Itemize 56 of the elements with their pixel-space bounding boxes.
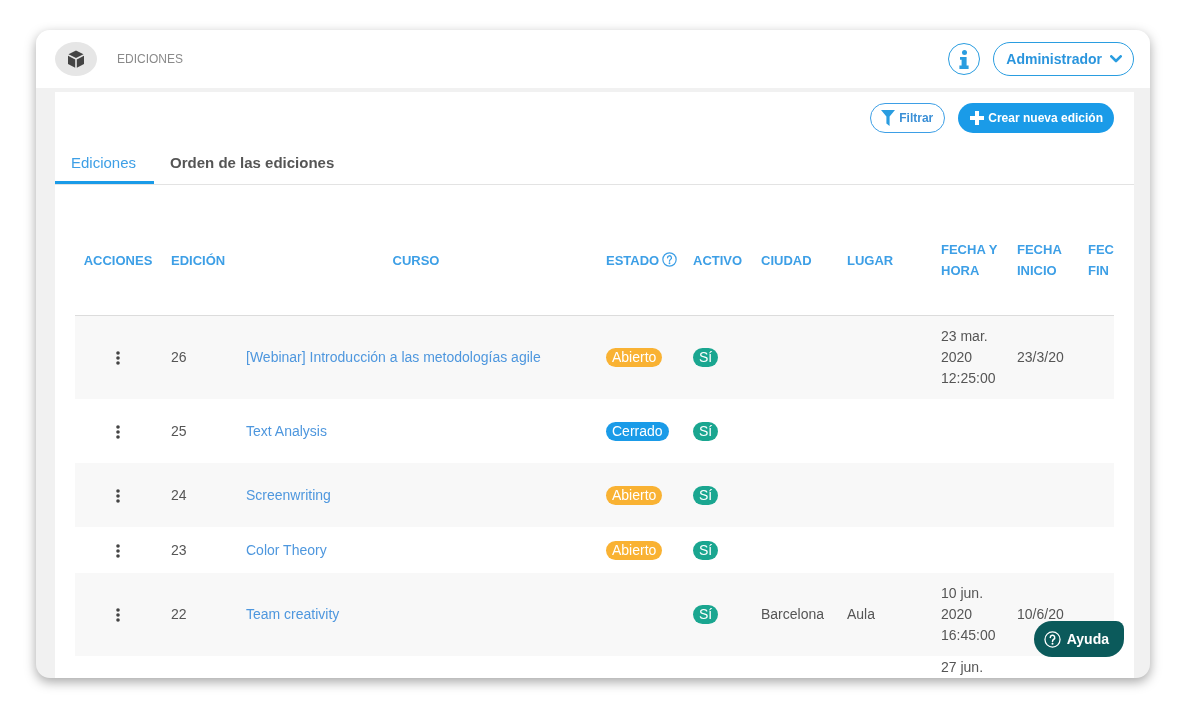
- start-date-text: 23/3/20: [1017, 349, 1064, 365]
- filter-button[interactable]: Filtrar: [870, 103, 946, 133]
- cube-icon: [55, 42, 97, 76]
- edition-number: 23: [171, 541, 187, 558]
- create-button[interactable]: Crear nueva edición: [958, 103, 1114, 133]
- column-header: EDICIÓN: [171, 252, 226, 268]
- kebab-icon[interactable]: [116, 351, 120, 366]
- course-link[interactable]: Color Theory: [246, 541, 327, 558]
- column-header: CIUDAD: [761, 252, 812, 268]
- help-button[interactable]: Ayuda: [1033, 621, 1124, 657]
- info-icon: [959, 49, 970, 69]
- date-time-text: 10 jun. 2020 16:45:00: [941, 585, 996, 643]
- kebab-icon[interactable]: [116, 488, 120, 503]
- info-button[interactable]: [948, 43, 981, 75]
- place-text: Aula: [847, 606, 876, 622]
- column-header: LUGAR: [847, 252, 894, 268]
- section-title: EDICIONES: [117, 52, 183, 66]
- edition-number: 25: [171, 422, 187, 439]
- status-badge: Abierto: [606, 540, 663, 560]
- status-badge: Abierto: [606, 348, 663, 367]
- chevron-down-icon: [1110, 55, 1122, 63]
- filter-icon: [881, 110, 896, 126]
- active-badge: Sí: [693, 421, 719, 441]
- status-badge: Cerrado: [606, 421, 669, 441]
- date-time-text: 27 jun.: [941, 659, 984, 675]
- course-link[interactable]: Screenwriting: [246, 486, 331, 503]
- active-badge: Sí: [693, 605, 719, 624]
- edition-number: 22: [171, 606, 187, 622]
- kebab-icon[interactable]: [116, 424, 120, 439]
- date-time-text: 23 mar. 2020 12:25:00: [941, 328, 996, 386]
- help-icon: [1043, 630, 1061, 648]
- active-badge: Sí: [693, 348, 719, 367]
- edition-number: 24: [171, 486, 187, 503]
- column-header: FEC FIN: [1088, 242, 1114, 278]
- kebab-icon[interactable]: [116, 608, 120, 623]
- kebab-icon[interactable]: [116, 543, 120, 558]
- course-link[interactable]: [Webinar] Introducción a las metodologías agile: [246, 349, 541, 365]
- column-header: FECHA INICIO: [1017, 242, 1062, 278]
- column-header: ACTIVO: [693, 252, 743, 268]
- tab[interactable]: Orden de las ediciones: [154, 140, 353, 184]
- user-menu-button[interactable]: Administrador: [993, 42, 1134, 76]
- start-date-text: 10/6/20: [1017, 606, 1064, 622]
- help-icon: [662, 251, 678, 267]
- column-header: FECHA Y HORA: [941, 242, 998, 278]
- edition-number: 26: [171, 349, 187, 365]
- column-header: ESTADO: [606, 252, 660, 268]
- column-header: ACCIONES: [83, 252, 153, 268]
- tab[interactable]: Ediciones: [55, 140, 155, 184]
- active-badge: Sí: [693, 485, 719, 505]
- status-badge: Abierto: [606, 485, 663, 505]
- active-badge: Sí: [693, 540, 719, 560]
- course-link[interactable]: Team creativity: [246, 606, 340, 622]
- course-link[interactable]: Text Analysis: [246, 422, 327, 439]
- plus-icon: [970, 111, 985, 125]
- city-text: Barcelona: [761, 606, 825, 622]
- column-header: CURSO: [392, 252, 440, 268]
